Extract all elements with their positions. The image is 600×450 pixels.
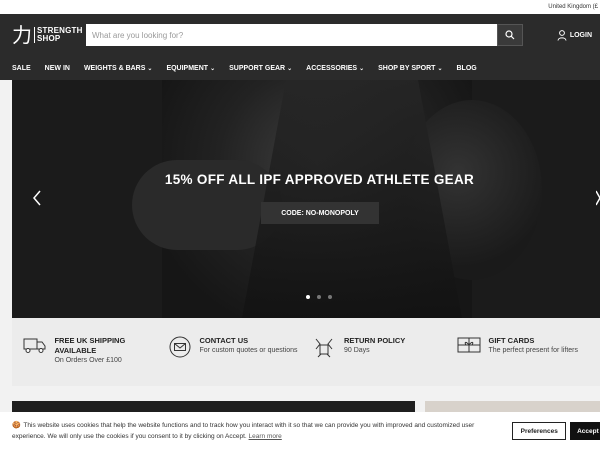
feature-subtitle: On Orders Over £100 bbox=[54, 357, 122, 364]
cookie-message: 🍪 This website uses cookies that help th… bbox=[12, 420, 504, 442]
feature-gift-cards[interactable]: GIFT CARDS The perfect present for lifte… bbox=[456, 336, 600, 386]
user-icon bbox=[557, 29, 567, 41]
feature-subtitle: 90 Days bbox=[344, 347, 370, 354]
feature-title: GIFT CARDS bbox=[488, 336, 535, 345]
slider-dot[interactable] bbox=[306, 295, 310, 299]
nav-item-accessories[interactable]: ACCESSORIES ⌄ bbox=[306, 65, 364, 72]
nav-item-label: BLOG bbox=[456, 64, 477, 72]
hero-title: 15% OFF ALL IPF APPROVED ATHLETE GEAR bbox=[164, 172, 475, 187]
main-nav: SALE NEW IN WEIGHTS & BARS ⌄ EQUIPMENT ⌄ SUPPO… bbox=[0, 56, 600, 80]
chevron-down-icon: ⌄ bbox=[210, 65, 216, 72]
nav-item-weights-bars[interactable]: WEIGHTS & BARS ⌄ bbox=[84, 65, 152, 72]
promo-code-button[interactable]: CODE: NO-MONOPOLY bbox=[261, 202, 379, 224]
feature-title: FREE UK SHIPPING AVAILABLE bbox=[54, 336, 126, 355]
feature-returns[interactable]: RETURN POLICY 90 Days bbox=[311, 336, 456, 386]
search-button[interactable] bbox=[497, 24, 523, 46]
feature-title: CONTACT US bbox=[199, 336, 249, 345]
search-bar bbox=[86, 24, 523, 46]
mail-icon bbox=[169, 336, 190, 358]
truck-icon bbox=[23, 338, 46, 353]
slider-prev-button[interactable] bbox=[32, 190, 42, 211]
preferences-button[interactable]: Preferences bbox=[512, 422, 567, 440]
feature-title: RETURN POLICY bbox=[344, 336, 406, 345]
top-bar: United Kingdom (£ bbox=[0, 0, 600, 14]
feature-subtitle: The perfect present for lifters bbox=[488, 347, 578, 354]
login-label: LOGIN bbox=[569, 31, 592, 39]
nav-item-equipment[interactable]: EQUIPMENT ⌄ bbox=[166, 65, 215, 72]
gift-icon bbox=[457, 337, 480, 353]
nav-item-label: SUPPORT GEAR bbox=[229, 64, 286, 72]
search-icon bbox=[505, 30, 515, 40]
nav-item-new-in[interactable]: NEW IN bbox=[45, 65, 70, 72]
cookie-icon: 🍪 bbox=[12, 422, 21, 429]
accept-button[interactable]: Accept bbox=[570, 422, 600, 440]
slider-dots bbox=[306, 295, 339, 299]
chevron-down-icon: ⌄ bbox=[359, 65, 365, 72]
nav-item-sale[interactable]: SALE bbox=[12, 65, 31, 72]
nav-item-blog[interactable]: BLOG bbox=[456, 65, 476, 72]
nav-item-support-gear[interactable]: SUPPORT GEAR ⌄ bbox=[229, 65, 292, 72]
hero-banner[interactable]: 15% OFF ALL IPF APPROVED ATHLETE GEAR CO… bbox=[12, 80, 600, 318]
nav-item-shop-by-sport[interactable]: SHOP BY SPORT ⌄ bbox=[378, 65, 442, 72]
feature-subtitle: For custom quotes or questions bbox=[199, 347, 298, 354]
features-strip: FREE UK SHIPPING AVAILABLE On Orders Ove… bbox=[12, 318, 600, 386]
logo[interactable]: 力 STRENGTH SHOP bbox=[12, 25, 86, 45]
chevron-down-icon: ⌄ bbox=[437, 65, 443, 72]
search-input[interactable] bbox=[86, 24, 497, 46]
slider-dot[interactable] bbox=[328, 295, 332, 299]
login-link[interactable]: LOGIN bbox=[557, 29, 592, 41]
feature-shipping[interactable]: FREE UK SHIPPING AVAILABLE On Orders Ove… bbox=[22, 336, 167, 386]
slider-next-button[interactable] bbox=[595, 190, 600, 211]
logo-mark: 力 bbox=[12, 23, 32, 47]
nav-item-label: WEIGHTS & BARS bbox=[83, 64, 146, 72]
feature-contact[interactable]: CONTACT US For custom quotes or question… bbox=[167, 336, 312, 386]
chevron-right-icon bbox=[595, 190, 600, 206]
slider-dot[interactable] bbox=[317, 295, 321, 299]
cookie-banner: 🍪 This website uses cookies that help th… bbox=[0, 412, 600, 450]
logo-text: STRENGTH SHOP bbox=[34, 27, 83, 43]
region-selector[interactable]: United Kingdom (£ bbox=[548, 4, 598, 10]
nav-item-label: ACCESSORIES bbox=[306, 64, 358, 72]
nav-item-label: SALE bbox=[12, 64, 31, 72]
site-header: 力 STRENGTH SHOP LOGIN bbox=[0, 14, 600, 56]
nav-item-label: NEW IN bbox=[44, 64, 70, 72]
chevron-down-icon: ⌄ bbox=[287, 65, 293, 72]
nav-item-label: SHOP BY SPORT bbox=[378, 64, 436, 72]
cookie-text: This website uses cookies that help the … bbox=[12, 422, 475, 440]
learn-more-link[interactable]: Learn more bbox=[249, 433, 282, 440]
nav-item-label: EQUIPMENT bbox=[166, 64, 209, 72]
return-icon bbox=[315, 338, 333, 358]
logo-line-2: SHOP bbox=[37, 34, 61, 43]
chevron-left-icon bbox=[33, 190, 41, 206]
chevron-down-icon: ⌄ bbox=[147, 65, 153, 72]
